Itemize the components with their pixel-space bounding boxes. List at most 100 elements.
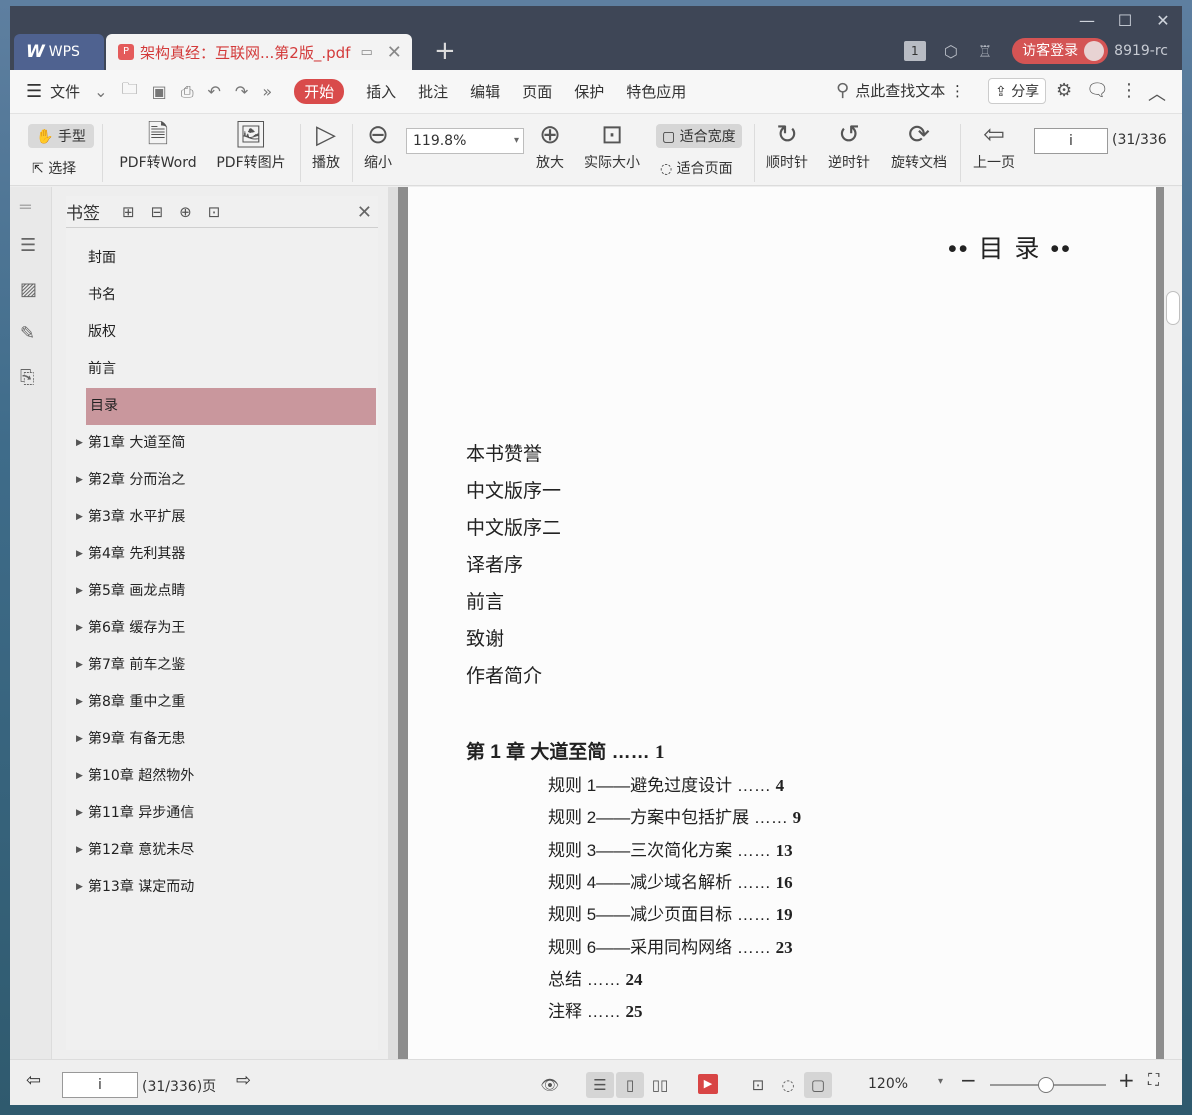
fit-width-status-icon[interactable]: ▢ xyxy=(804,1072,832,1098)
bookmark-item[interactable]: ▶ 第6章 缓存为王 xyxy=(66,610,378,647)
thumbnail-icon[interactable]: ▨ xyxy=(20,279,37,300)
bookmark-item[interactable]: 书名 xyxy=(66,277,378,314)
collapse-all-icon[interactable]: ⊟ xyxy=(151,203,164,221)
play-button[interactable]: ▷ 播放 xyxy=(308,118,344,172)
collapse-ribbon-icon[interactable]: ︿ xyxy=(1148,80,1166,106)
rotate-doc-button[interactable]: ⟳ 旋转文档 xyxy=(886,118,952,172)
window-count-badge[interactable]: 1 xyxy=(903,41,926,61)
dual-page-icon[interactable]: ▯▯ xyxy=(646,1072,674,1098)
actual-size-status-icon[interactable]: ⊡ xyxy=(744,1072,772,1098)
play-slideshow-icon[interactable]: ▶ xyxy=(698,1074,718,1094)
panel-splitter[interactable] xyxy=(388,187,398,1059)
hand-tool-button[interactable]: ✋ 手型 xyxy=(28,124,94,148)
screen-icon[interactable]: ▭ xyxy=(360,45,372,60)
tab-start[interactable]: 开始 xyxy=(294,79,345,104)
zoom-select[interactable]: 119.8% ▾ xyxy=(406,128,524,154)
tab-page[interactable]: 页面 xyxy=(522,81,552,102)
continuous-view-icon[interactable]: ☰ xyxy=(586,1072,614,1098)
expand-arrow-icon[interactable]: ▶ xyxy=(76,536,83,573)
expand-arrow-icon[interactable]: ▶ xyxy=(76,499,83,536)
close-panel-icon[interactable]: ✕ xyxy=(357,202,372,223)
tab-document[interactable]: P 架构真经：互联网...第2版_.pdf ▭ ✕ xyxy=(106,34,412,70)
expand-arrow-icon[interactable]: ▶ xyxy=(76,721,83,758)
pdf-to-word-button[interactable]: 🗎 PDF转Word xyxy=(114,118,202,172)
vertical-scrollbar[interactable] xyxy=(1164,187,1182,1059)
prev-arrow-icon[interactable]: ⇦ xyxy=(26,1070,41,1091)
bookmark-item[interactable]: ▶ 第7章 前车之鉴 xyxy=(66,647,378,684)
expand-arrow-icon[interactable]: ▶ xyxy=(76,758,83,795)
file-menu[interactable]: 文件 xyxy=(50,81,80,102)
expand-arrow-icon[interactable]: ▶ xyxy=(76,684,83,721)
tab-comment[interactable]: 批注 xyxy=(418,81,448,102)
tab-edit[interactable]: 编辑 xyxy=(470,81,500,102)
fit-page-button[interactable]: ◌ 适合页面 xyxy=(660,158,733,178)
bookmark-item[interactable]: ▶ 第13章 谋定而动 xyxy=(66,869,378,906)
save-icon[interactable]: ▣ xyxy=(152,82,167,101)
close-tab-icon[interactable]: ✕ xyxy=(387,42,402,63)
bookmark-item[interactable]: ▶ 第10章 超然物外 xyxy=(66,758,378,795)
page-number-input[interactable]: i xyxy=(1034,128,1108,154)
zoom-slider[interactable] xyxy=(990,1077,1106,1093)
status-page-input[interactable]: i xyxy=(62,1072,138,1098)
zoom-minus-icon[interactable]: − xyxy=(960,1068,977,1092)
zoom-slider-knob[interactable] xyxy=(1038,1077,1054,1093)
fullscreen-icon[interactable]: ⛶ xyxy=(1148,1070,1159,1090)
bookmark-item[interactable]: ▶ 第8章 重中之重 xyxy=(66,684,378,721)
bookmark-item[interactable]: ▶ 第9章 有备无患 xyxy=(66,721,378,758)
bookmark-item[interactable]: 版权 xyxy=(66,314,378,351)
zoom-plus-icon[interactable]: + xyxy=(1118,1068,1135,1092)
close-window-icon[interactable]: ✕ xyxy=(1144,10,1182,32)
status-zoom[interactable]: 120% xyxy=(868,1076,908,1092)
share-button[interactable]: ⇪ 分享 xyxy=(988,78,1047,104)
chat-icon[interactable]: 🗨 xyxy=(1086,80,1109,101)
expand-arrow-icon[interactable]: ▶ xyxy=(76,795,83,832)
open-folder-icon[interactable]: 🗀 xyxy=(122,78,138,105)
outline-icon[interactable]: ☰ xyxy=(20,235,36,256)
bookmark-item[interactable]: ▶ 第4章 先利其器 xyxy=(66,536,378,573)
zoom-dropdown-icon[interactable]: ▾ xyxy=(938,1076,943,1087)
bookmark-item[interactable]: 目录 xyxy=(86,388,376,425)
skin-icon[interactable]: ♖ xyxy=(978,42,992,61)
convert-icon[interactable]: ⎘ xyxy=(20,367,34,388)
bookmark-item[interactable]: ▶ 第1章 大道至简 xyxy=(66,425,378,462)
rotate-cw-button[interactable]: ↻ 顺时针 xyxy=(762,118,812,172)
fit-page-status-icon[interactable]: ◌ xyxy=(774,1072,802,1098)
expand-arrow-icon[interactable]: ▶ xyxy=(76,869,83,906)
next-arrow-icon[interactable]: ⇨ xyxy=(236,1070,251,1091)
minimize-icon[interactable]: — xyxy=(1068,10,1106,32)
more-chevron-icon[interactable]: » xyxy=(262,82,272,101)
add-bookmark-icon[interactable]: ⊕ xyxy=(179,203,192,221)
select-tool-button[interactable]: ⇱ 选择 xyxy=(32,158,76,178)
settings-hex-icon[interactable]: ⬡ xyxy=(944,42,958,61)
tab-protect[interactable]: 保护 xyxy=(574,81,604,102)
bookmark-item[interactable]: ▶ 第5章 画龙点睛 xyxy=(66,573,378,610)
chevron-down-icon[interactable]: ⌄ xyxy=(94,82,107,101)
eye-protect-icon[interactable]: 👁 xyxy=(536,1072,564,1098)
bookmark-item[interactable]: 前言 xyxy=(66,351,378,388)
pdf-to-image-button[interactable]: 🖼 PDF转图片 xyxy=(214,118,288,172)
expand-arrow-icon[interactable]: ▶ xyxy=(76,425,83,462)
bookmark-item[interactable]: ▶ 第2章 分而治之 xyxy=(66,462,378,499)
expand-arrow-icon[interactable]: ▶ xyxy=(76,462,83,499)
search-box[interactable]: ⚲ 点此查找文本 ⋮ xyxy=(836,80,965,101)
redo-icon[interactable]: ↷ xyxy=(235,82,248,101)
new-tab-button[interactable]: + xyxy=(434,36,456,66)
zoom-out-button[interactable]: ⊖ 缩小 xyxy=(360,118,396,172)
fit-width-button[interactable]: ▢ 适合宽度 xyxy=(656,124,742,148)
bookmark-item[interactable]: ▶ 第11章 异步通信 xyxy=(66,795,378,832)
annotation-icon[interactable]: ✎ xyxy=(20,323,35,344)
expand-arrow-icon[interactable]: ▶ xyxy=(76,573,83,610)
prev-page-button[interactable]: ⇦ 上一页 xyxy=(968,118,1020,172)
login-button[interactable]: 访客登录 xyxy=(1012,38,1109,64)
tab-wps-home[interactable]: W WPS xyxy=(14,34,104,70)
actual-size-button[interactable]: ⊡ 实际大小 xyxy=(580,118,644,172)
expand-arrow-icon[interactable]: ▶ xyxy=(76,647,83,684)
bookmark-options-icon[interactable]: ⊡ xyxy=(208,203,221,221)
undo-icon[interactable]: ↶ xyxy=(208,82,221,101)
bookmark-item[interactable]: ▶ 第12章 意犹未尽 xyxy=(66,832,378,869)
gear-icon[interactable]: ⚙ xyxy=(1056,80,1072,101)
single-page-icon[interactable]: ▯ xyxy=(616,1072,644,1098)
more-vertical-icon[interactable]: ⋮ xyxy=(950,82,965,100)
zoom-in-button[interactable]: ⊕ 放大 xyxy=(532,118,568,172)
kebab-icon[interactable]: ⋮ xyxy=(1120,80,1138,101)
